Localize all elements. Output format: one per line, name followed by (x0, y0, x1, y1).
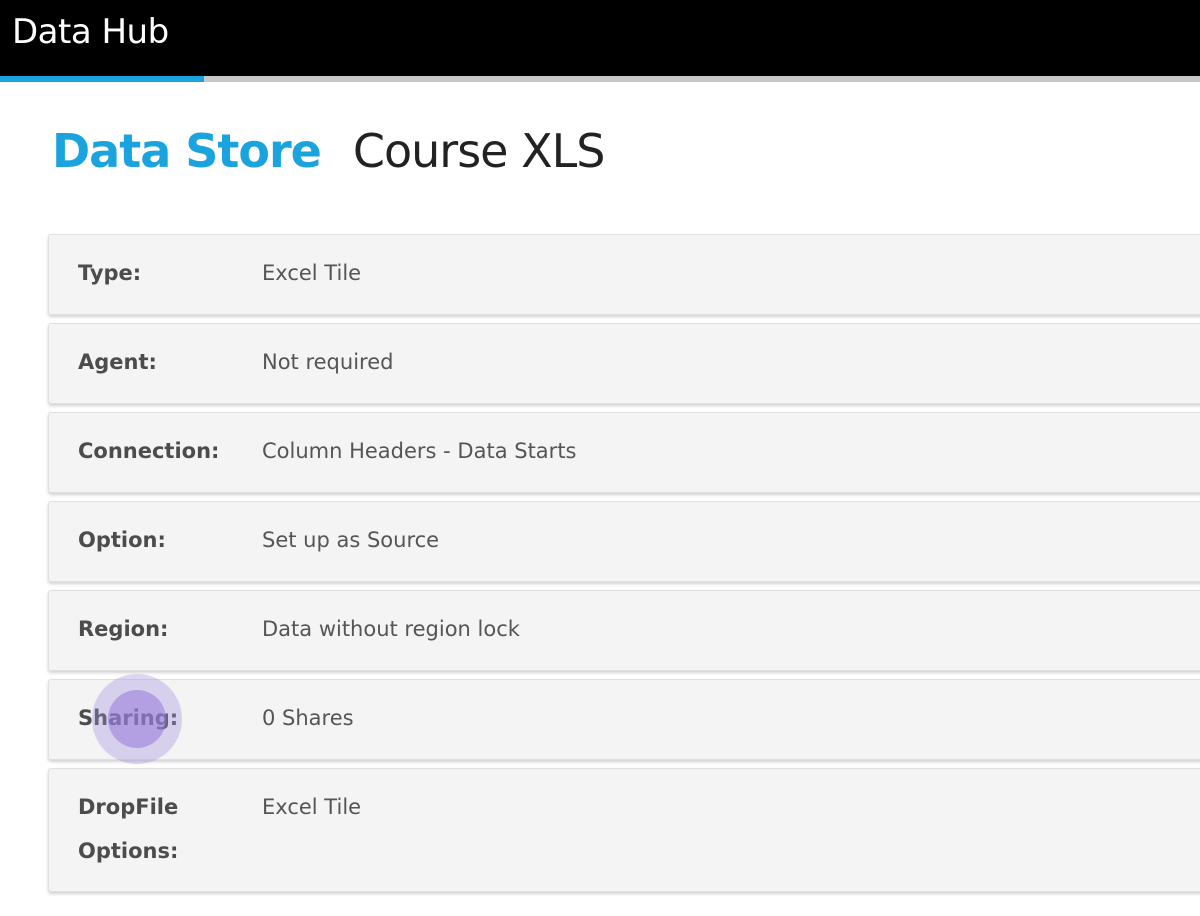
detail-label: DropFile Options: (78, 795, 179, 863)
detail-label: Option: (78, 528, 166, 552)
detail-row-type: Type: Excel Tile (48, 234, 1200, 315)
detail-label: Type: (78, 261, 142, 285)
detail-value: Excel Tile (262, 261, 362, 285)
loading-progress-bar (0, 76, 1200, 82)
detail-row-agent: Agent: Not required (48, 323, 1200, 404)
page-heading: Data Store Course XLS (52, 124, 606, 178)
detail-value: 0 Shares (262, 706, 354, 730)
detail-value: Excel Tile (262, 795, 362, 819)
top-bar: Data Hub (0, 0, 1200, 76)
detail-label: Region: (78, 617, 169, 641)
detail-row-region: Region: Data without region lock (48, 590, 1200, 671)
detail-row-sharing[interactable]: Sharing: 0 Shares (48, 679, 1200, 760)
detail-row-dropfile-options: DropFile Options: Excel Tile (48, 768, 1200, 892)
details-list: Type: Excel Tile Agent: Not required Con… (48, 234, 1200, 900)
detail-label: Agent: (78, 350, 157, 374)
loading-progress-fill (0, 76, 204, 82)
app-title: Data Hub (12, 12, 169, 52)
detail-value: Not required (262, 350, 394, 374)
item-name: Course XLS (352, 124, 606, 178)
detail-row-connection: Connection: Column Headers - Data Starts (48, 412, 1200, 493)
detail-value: Column Headers - Data Starts (262, 439, 577, 463)
section-title: Data Store (52, 124, 322, 178)
detail-value: Set up as Source (262, 528, 440, 552)
detail-value: Data without region lock (262, 617, 520, 641)
detail-row-option: Option: Set up as Source (48, 501, 1200, 582)
detail-label: Connection: (78, 439, 220, 463)
detail-label-sharing[interactable]: Sharing: (78, 696, 228, 740)
